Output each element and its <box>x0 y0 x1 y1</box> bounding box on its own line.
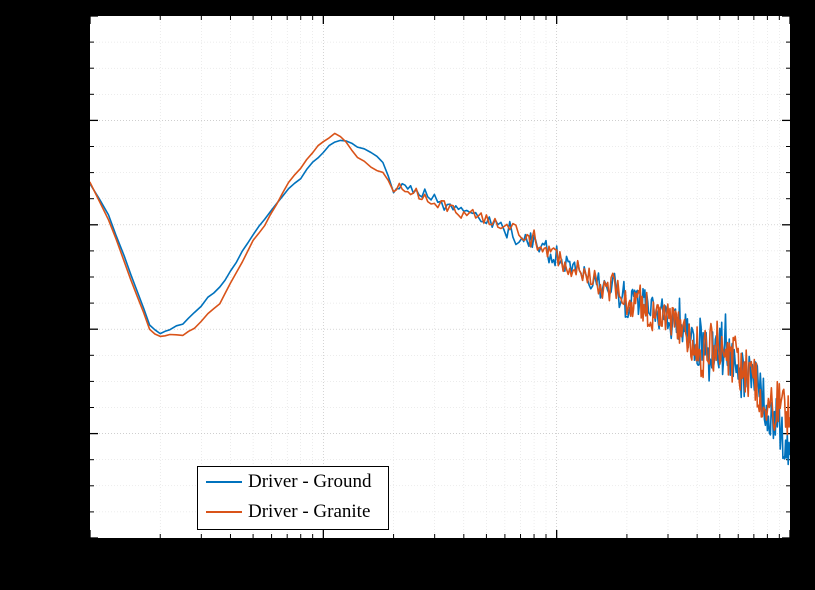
legend-item-granite: Driver - Granite <box>198 497 388 527</box>
chart-legend: Driver - Ground Driver - Granite <box>197 466 389 530</box>
legend-label: Driver - Ground <box>248 471 371 493</box>
legend-item-ground: Driver - Ground <box>198 467 388 497</box>
chart-plot-area: Driver - Ground Driver - Granite <box>88 14 792 540</box>
legend-label: Driver - Granite <box>248 501 370 523</box>
chart-canvas <box>90 16 790 538</box>
legend-swatch <box>206 511 242 513</box>
legend-swatch <box>206 481 242 483</box>
